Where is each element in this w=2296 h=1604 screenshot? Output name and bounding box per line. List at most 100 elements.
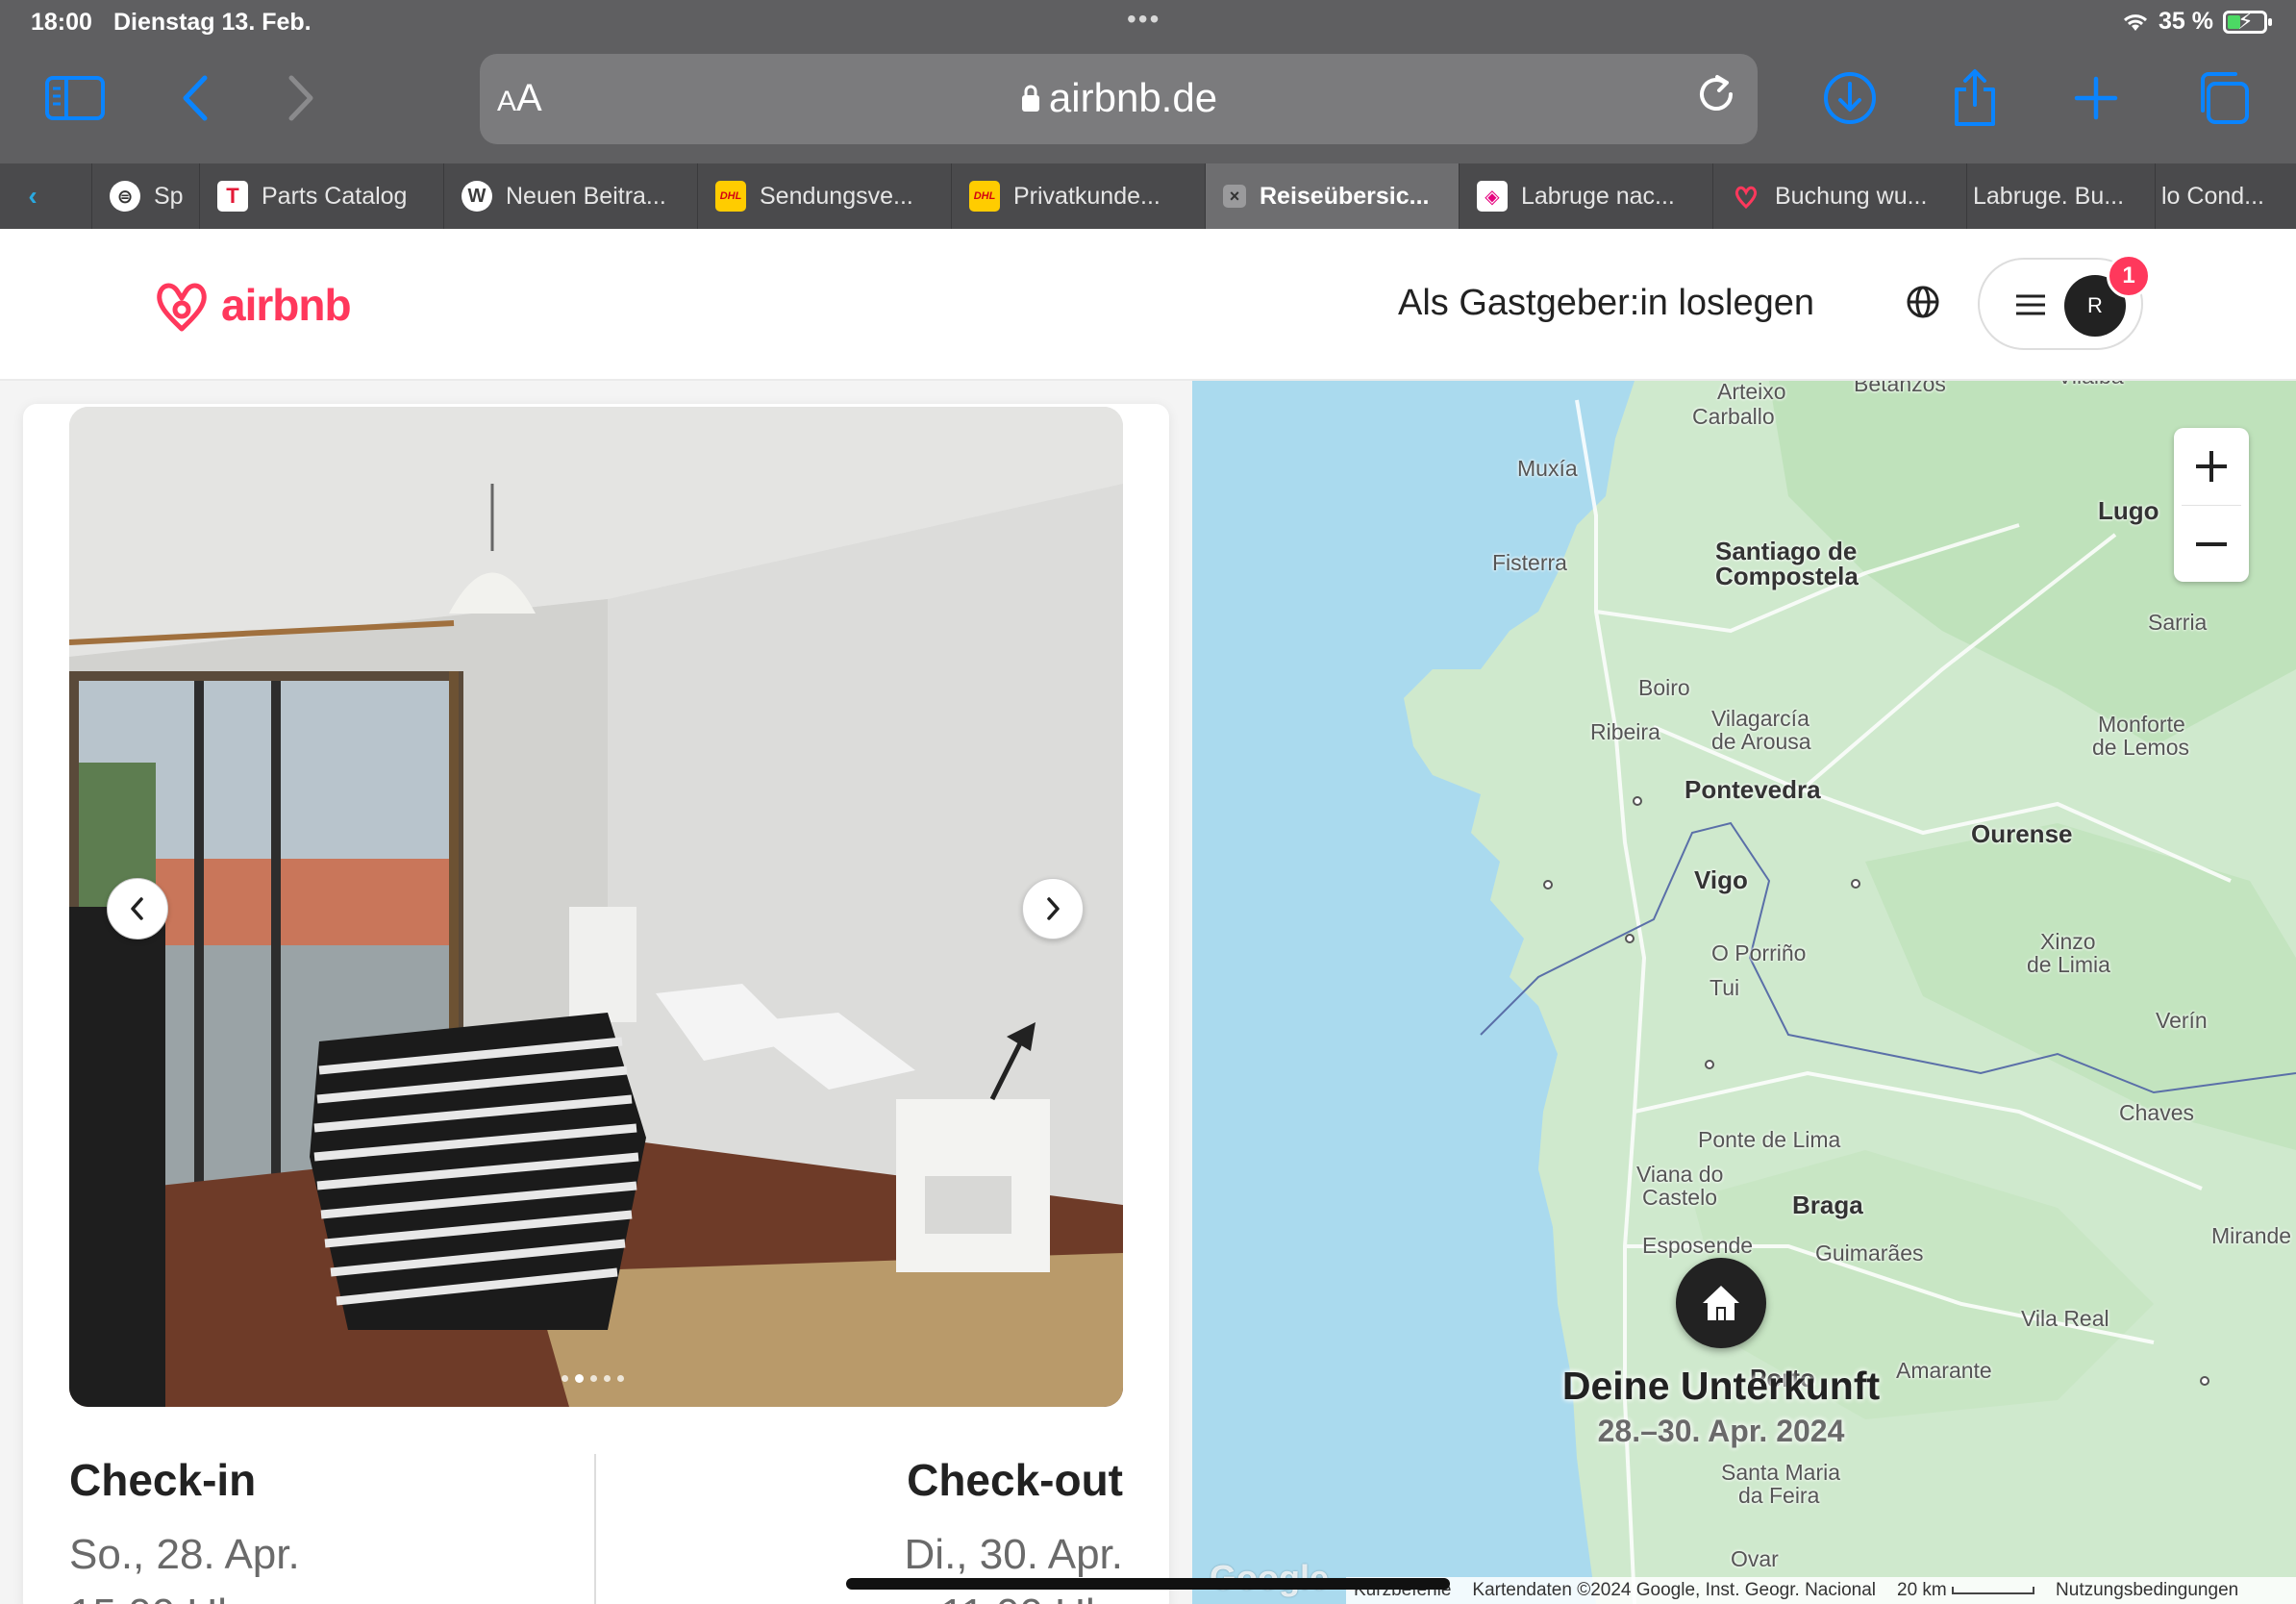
bosch-icon: ⊜: [110, 181, 140, 212]
map-place-label: Lugo: [2098, 496, 2159, 525]
share-icon[interactable]: [1940, 63, 2009, 133]
map-place-label: Vigo: [1694, 865, 1748, 894]
downloads-icon[interactable]: [1815, 63, 1884, 133]
tab-label: Labruge. Bu...: [1973, 182, 2125, 210]
tab-item[interactable]: T Parts Catalog: [200, 163, 444, 229]
status-date: Dienstag 13. Feb.: [113, 9, 312, 36]
map-place-label: Ourense: [1971, 819, 2073, 848]
tab-label: Sp: [154, 182, 184, 210]
pagination-dot: [562, 1375, 568, 1382]
tab-item[interactable]: lo Cond...: [2156, 163, 2296, 229]
map-place-label: Santa Maria: [1721, 1460, 1841, 1485]
multitasking-dots-icon[interactable]: •••: [1127, 4, 1160, 35]
wordpress-icon: W: [462, 181, 492, 212]
close-tab-icon[interactable]: ×: [1223, 185, 1246, 208]
map-zoom-control: [2174, 428, 2249, 582]
notification-badge: 1: [2107, 254, 2151, 298]
pagination-dot: [590, 1375, 597, 1382]
zoom-in-button[interactable]: [2174, 428, 2249, 505]
map-place-label: Esposende: [1642, 1233, 1754, 1258]
site-header: airbnb Als Gastgeber:in loslegen R 1: [0, 229, 2296, 381]
map-place-label: Vilagarcía: [1711, 706, 1809, 731]
url-text: airbnb.de: [1048, 75, 1218, 120]
lock-icon: [1021, 85, 1039, 112]
map-place-label: Sarria: [2148, 610, 2208, 635]
map-place-label: da Feira: [1738, 1483, 1820, 1508]
tab-bar: ‹ ⊜ Sp T Parts Catalog W Neuen Beitra...…: [0, 163, 2296, 229]
map-place-label: Guimarães: [1815, 1241, 1924, 1266]
listing-photo[interactable]: [69, 407, 1123, 1407]
browser-chrome: 18:00 Dienstag 13. Feb. ••• 35 % ⚡ AA ai…: [0, 0, 2296, 163]
check-out-time: 11:00 Uhr: [905, 1591, 1123, 1604]
map-place-label: Vila Real: [2021, 1306, 2109, 1331]
become-host-link[interactable]: Als Gastgeber:in loslegen: [1398, 283, 1814, 324]
tab-label: Parts Catalog: [262, 182, 408, 210]
map-place-label: Castelo: [1642, 1185, 1717, 1210]
tab-overview-icon[interactable]: [2188, 63, 2258, 133]
pagination-dot: [617, 1375, 624, 1382]
home-icon: [1703, 1286, 1739, 1320]
airbnb-wordmark: airbnb: [221, 280, 352, 330]
check-in-block: Check-in So., 28. Apr. 15:00 Uhr: [69, 1454, 300, 1604]
shield-icon: ◈: [1477, 181, 1508, 212]
chevron-left-icon: [131, 897, 143, 920]
next-photo-button[interactable]: [1022, 878, 1084, 940]
map-attribution: Kurzbefehle Kartendaten ©2024 Google, In…: [1346, 1577, 2296, 1604]
map-place-label: de Arousa: [1711, 729, 1811, 754]
airbnb-logo[interactable]: airbnb: [152, 273, 352, 337]
previous-photo-button[interactable]: [107, 878, 168, 940]
home-indicator[interactable]: [846, 1578, 1450, 1590]
sidebar-toggle-icon[interactable]: [40, 63, 110, 133]
map-place-label: Ribeira: [1590, 719, 1660, 744]
new-tab-icon[interactable]: [2061, 63, 2131, 133]
tab-item[interactable]: ⊜ Sp: [92, 163, 200, 229]
back-icon[interactable]: [160, 63, 229, 133]
status-bar: 18:00 Dienstag 13. Feb. ••• 35 % ⚡: [0, 0, 2296, 44]
partial-tab-icon: ‹: [28, 181, 37, 211]
pagination-dot: [575, 1374, 584, 1383]
map-place-label: Ponte de Lima: [1698, 1127, 1841, 1152]
battery-icon: ⚡: [2223, 9, 2272, 35]
forward-icon[interactable]: [267, 63, 337, 133]
tab-item[interactable]: DHL Sendungsve...: [698, 163, 952, 229]
dhl-icon: DHL: [969, 181, 1000, 212]
tab-item[interactable]: Labruge. Bu...: [1967, 163, 2156, 229]
map-place-label: Tui: [1710, 975, 1740, 1000]
map-place-label: Verín: [2156, 1008, 2208, 1033]
map-data-text: Kartendaten ©2024 Google, Inst. Geogr. N…: [1472, 1580, 1877, 1600]
map-place-label: Vilalba: [2058, 381, 2124, 389]
map-place-label: de Lemos: [2092, 735, 2190, 760]
tab-item[interactable]: W Neuen Beitra...: [444, 163, 698, 229]
globe-icon[interactable]: [1906, 285, 1940, 324]
zoom-out-button[interactable]: [2174, 506, 2249, 583]
tab-item[interactable]: DHL Privatkunde...: [952, 163, 1206, 229]
map-scale-label: 20 km: [1897, 1580, 1947, 1600]
tab-label: Sendungsve...: [760, 182, 913, 210]
address-bar[interactable]: AA airbnb.de: [480, 54, 1758, 144]
map-place-label: de Limia: [2027, 952, 2110, 977]
tab-label: Privatkunde...: [1013, 182, 1160, 210]
tab-item[interactable]: ◈ Labruge nac...: [1460, 163, 1713, 229]
map-place-label: Viana do: [1636, 1162, 1724, 1187]
map-place-label: Chaves: [2119, 1100, 2194, 1125]
check-in-date: So., 28. Apr.: [69, 1531, 300, 1578]
chevron-right-icon: [1047, 897, 1060, 920]
pin-dates: 28.–30. Apr. 2024: [1597, 1414, 1845, 1448]
map-place-label: Muxía: [1517, 456, 1578, 481]
hamburger-icon: [2016, 294, 2045, 315]
user-menu-button[interactable]: R 1: [1978, 254, 2151, 350]
reload-icon[interactable]: [1696, 73, 1738, 126]
minus-icon: [2196, 542, 2227, 546]
tab-label: Reiseübersic...: [1260, 182, 1430, 210]
stay-location-pin[interactable]: [1676, 1258, 1766, 1348]
tab-item-active[interactable]: × Reiseübersic...: [1206, 163, 1460, 229]
tab-item[interactable]: ‹: [0, 163, 92, 229]
tesla-icon: T: [217, 181, 248, 212]
terms-link[interactable]: Nutzungsbedingungen: [2056, 1580, 2238, 1601]
status-right: 35 % ⚡: [2122, 8, 2272, 36]
tab-item[interactable]: Buchung wu...: [1713, 163, 1967, 229]
airbnb-icon: [1731, 181, 1761, 212]
divider: [594, 1454, 596, 1604]
pin-title: Deine Unterkunft: [1561, 1364, 1881, 1408]
url-field[interactable]: airbnb.de: [480, 75, 1758, 121]
